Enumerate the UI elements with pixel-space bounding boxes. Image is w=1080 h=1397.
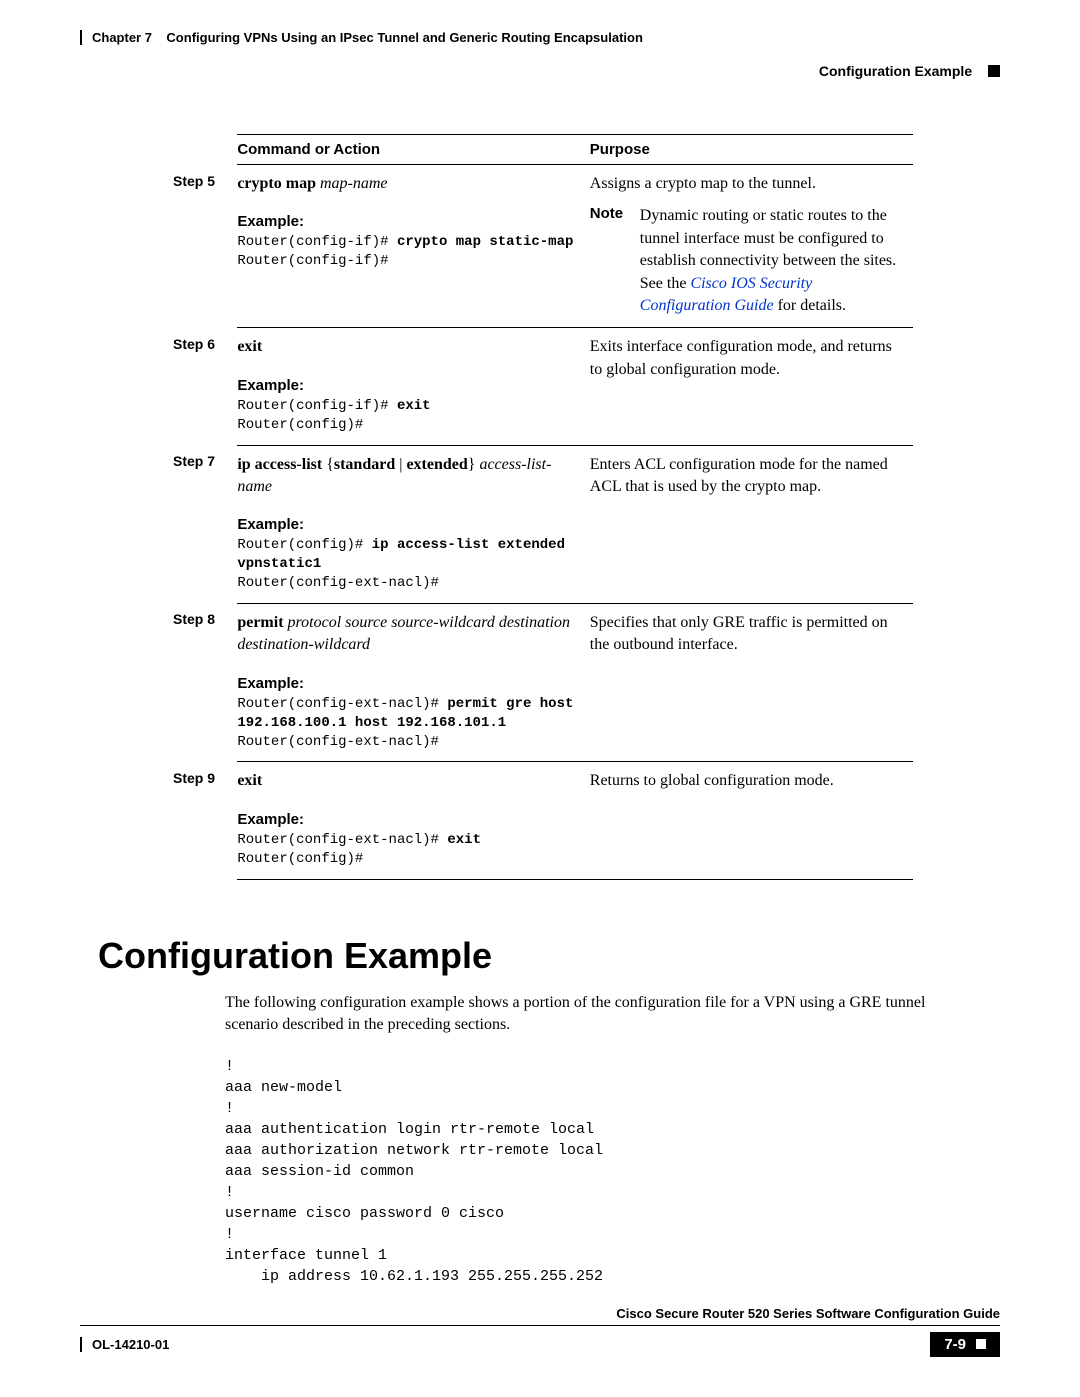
chapter-header: Chapter 7 Configuring VPNs Using an IPse…: [80, 30, 1000, 45]
steps-table: Command or Action Purpose Step 5 crypto …: [173, 134, 913, 880]
section-header-right: Configuration Example: [80, 63, 1000, 79]
chapter-label: Chapter 7: [92, 30, 152, 45]
section-right-text: Configuration Example: [819, 63, 972, 79]
command-syntax: ip access-list {standard | extended} acc…: [237, 454, 581, 499]
command-syntax: permit protocol source source-wildcard d…: [237, 612, 581, 657]
purpose-text: Specifies that only GRE traffic is permi…: [590, 612, 905, 657]
table-row: Step 8 permit protocol source source-wil…: [173, 603, 913, 761]
step-label: Step 7: [173, 445, 237, 603]
col-header-purpose: Purpose: [590, 135, 913, 165]
example-label: Example:: [237, 377, 581, 394]
note-block: Note Dynamic routing or static routes to…: [590, 205, 905, 317]
config-code-block: ! aaa new-model ! aaa authentication log…: [225, 1056, 1000, 1287]
step-label: Step 8: [173, 603, 237, 761]
purpose-text: Enters ACL configuration mode for the na…: [590, 454, 905, 499]
table-row: Step 7 ip access-list {standard | extend…: [173, 445, 913, 603]
col-header-command: Command or Action: [237, 135, 589, 165]
example-label: Example:: [237, 516, 581, 533]
step-label: Step 9: [173, 762, 237, 879]
body-paragraph: The following configuration example show…: [225, 992, 965, 1037]
purpose-text: Exits interface configuration mode, and …: [590, 336, 905, 381]
purpose-text: Returns to global configuration mode.: [590, 770, 905, 792]
table-row: Step 6 exit Example: Router(config-if)# …: [173, 328, 913, 445]
step-label: Step 6: [173, 328, 237, 445]
example-code: Router(config-ext-nacl)# permit gre host…: [237, 695, 581, 752]
example-code: Router(config-ext-nacl)# exit Router(con…: [237, 831, 581, 869]
footer-book-title: Cisco Secure Router 520 Series Software …: [80, 1306, 1000, 1326]
example-code: Router(config-if)# crypto map static-map…: [237, 233, 581, 271]
purpose-text: Assigns a crypto map to the tunnel.: [590, 173, 905, 195]
command-syntax: crypto map map-name: [237, 173, 581, 195]
note-label: Note: [590, 205, 640, 317]
section-heading: Configuration Example: [98, 935, 1000, 977]
step-label: Step 5: [173, 165, 237, 328]
note-body: Dynamic routing or static routes to the …: [640, 205, 905, 317]
example-label: Example:: [237, 811, 581, 828]
footer-doc-id: OL-14210-01: [80, 1337, 169, 1352]
table-row: Step 5 crypto map map-name Example: Rout…: [173, 165, 913, 328]
header-square-icon: [988, 65, 1000, 77]
example-label: Example:: [237, 213, 581, 230]
command-syntax: exit: [237, 770, 581, 792]
example-code: Router(config)# ip access-list extended …: [237, 536, 581, 593]
command-syntax: exit: [237, 336, 581, 358]
page-footer: Cisco Secure Router 520 Series Software …: [80, 1306, 1000, 1357]
chapter-title: Configuring VPNs Using an IPsec Tunnel a…: [166, 30, 642, 45]
table-row: Step 9 exit Example: Router(config-ext-n…: [173, 762, 913, 879]
example-code: Router(config-if)# exit Router(config)#: [237, 397, 581, 435]
footer-page-number: 7-9: [930, 1332, 1000, 1357]
example-label: Example:: [237, 675, 581, 692]
